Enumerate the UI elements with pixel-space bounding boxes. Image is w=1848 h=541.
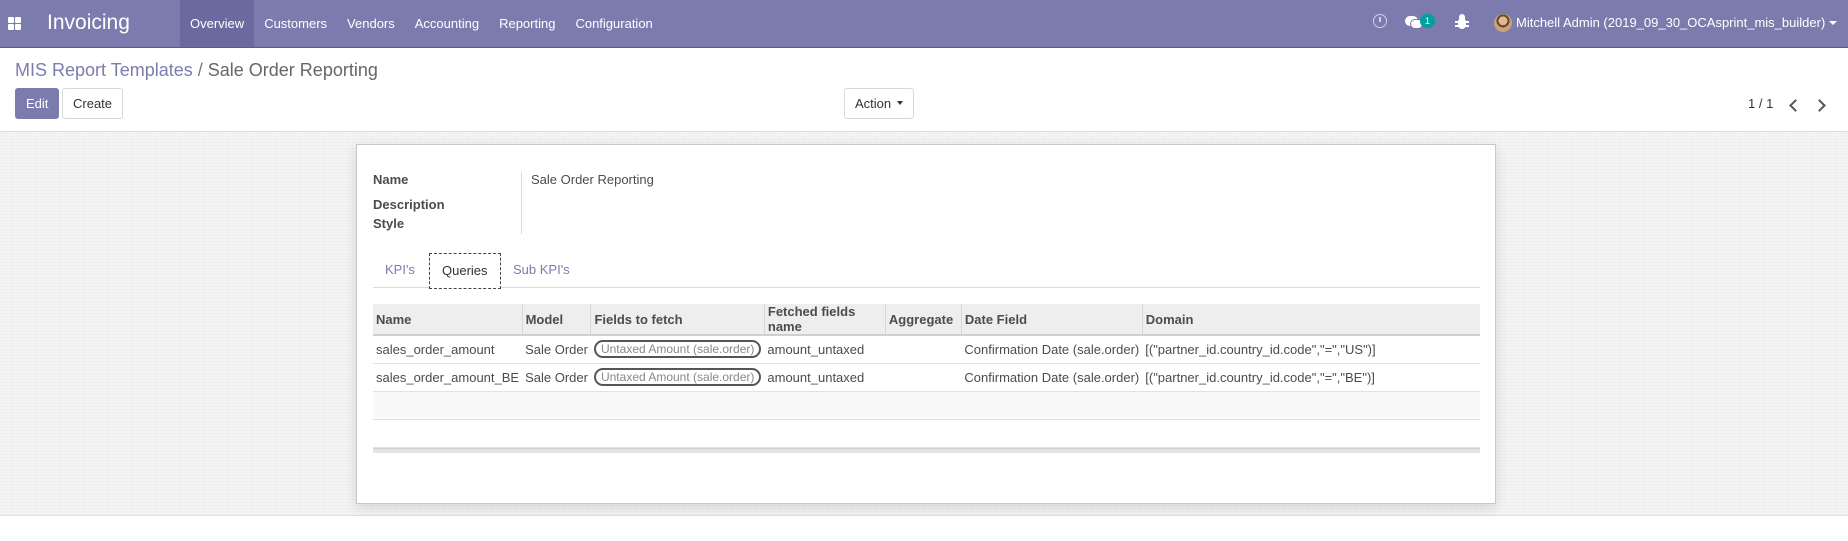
column-header-domain[interactable]: Domain	[1141, 304, 1480, 336]
table-row[interactable]: sales_order_amount_BE Sale Order Untaxed…	[373, 363, 1480, 392]
menu-customers[interactable]: Customers	[254, 0, 337, 47]
cell-name: sales_order_amount	[373, 335, 523, 364]
cell-model: Sale Order	[522, 363, 591, 392]
cell-fields-to-fetch: Untaxed Amount (sale.order)	[590, 335, 765, 364]
menu-vendors[interactable]: Vendors	[337, 0, 405, 47]
field-separator	[521, 172, 522, 234]
table-footer	[373, 448, 1480, 453]
description-label: Description	[373, 197, 445, 212]
cell-aggregate	[885, 363, 962, 392]
create-button[interactable]: Create	[62, 88, 124, 119]
breadcrumb-current: Sale Order Reporting	[207, 60, 378, 80]
column-header-date-field[interactable]: Date Field	[960, 304, 1143, 336]
user-menu-name[interactable]: Mitchell Admin (2019_09_30_OCAsprint_mis…	[1516, 15, 1825, 30]
field-tag: Untaxed Amount (sale.order)	[593, 368, 762, 386]
breadcrumb-parent-link[interactable]: MIS Report Templates	[15, 60, 193, 80]
column-header-fields-to-fetch[interactable]: Fields to fetch	[590, 304, 765, 336]
notebook-tabs: KPI's Queries Sub KPI's	[373, 253, 1480, 289]
column-header-name[interactable]: Name	[373, 304, 523, 336]
menu-reporting[interactable]: Reporting	[489, 0, 565, 47]
debug-bug-icon[interactable]	[1455, 14, 1469, 30]
name-value: Sale Order Reporting	[531, 172, 654, 187]
tab-kpis[interactable]: KPI's	[385, 253, 415, 289]
table-header-row: Name Model Fields to fetch Fetched field…	[373, 304, 1480, 336]
pager-value[interactable]: 1 / 1	[1748, 96, 1773, 111]
menu-accounting[interactable]: Accounting	[405, 0, 489, 47]
field-tag: Untaxed Amount (sale.order)	[593, 340, 762, 359]
app-title: Invoicing	[47, 11, 130, 34]
queries-table: Name Model Fields to fetch Fetched field…	[373, 304, 1480, 448]
style-label: Style	[373, 216, 405, 231]
column-header-model[interactable]: Model	[521, 304, 591, 336]
activity-clock-icon[interactable]	[1373, 14, 1387, 28]
cell-fetched-fields-name: amount_untaxed	[764, 363, 886, 392]
empty-row	[373, 391, 1480, 420]
name-label: Name	[373, 172, 409, 187]
top-navbar: Invoicing Overview Customers Vendors Acc…	[0, 0, 1848, 48]
menu-overview[interactable]: Overview	[180, 0, 255, 47]
cell-fetched-fields-name: amount_untaxed	[764, 335, 886, 364]
cell-aggregate	[885, 335, 962, 364]
cell-fields-to-fetch: Untaxed Amount (sale.order)	[590, 363, 765, 392]
edit-button[interactable]: Edit	[15, 88, 60, 119]
action-dropdown-button[interactable]: Action	[844, 88, 915, 119]
pager-next-icon[interactable]	[1814, 98, 1828, 112]
breadcrumb: MIS Report Templates / Sale Order Reportin…	[15, 60, 378, 81]
cell-name: sales_order_amount_BE	[373, 363, 523, 392]
action-label: Action	[855, 96, 892, 111]
message-count-badge: 1	[1420, 14, 1435, 28]
cell-date-field: Confirmation Date (sale.order)	[961, 363, 1143, 392]
table-row[interactable]: sales_order_amount Sale Order Untaxed Am…	[373, 335, 1480, 364]
cell-model: Sale Order	[522, 335, 591, 364]
breadcrumb-separator: /	[197, 60, 203, 80]
empty-row	[373, 419, 1480, 448]
main-menu: Overview Customers Vendors Accounting Re…	[180, 0, 663, 47]
action-caret-icon	[897, 100, 904, 105]
cell-domain: [("partner_id.country_id.code","=","US")…	[1142, 335, 1480, 364]
user-menu-caret-icon[interactable]	[1829, 21, 1837, 25]
form-sheet: Name Description Style Sale Order Report…	[356, 144, 1496, 504]
tab-queries[interactable]: Queries	[429, 253, 501, 289]
user-avatar[interactable]	[1494, 14, 1512, 32]
menu-configuration[interactable]: Configuration	[565, 0, 662, 47]
tab-sub-kpis[interactable]: Sub KPI's	[513, 253, 570, 289]
apps-menu-icon[interactable]	[6, 14, 26, 34]
cell-date-field: Confirmation Date (sale.order)	[961, 335, 1143, 364]
cell-domain: [("partner_id.country_id.code","=","BE")…	[1142, 363, 1480, 392]
column-header-fetched-fields-name[interactable]: Fetched fields name	[763, 304, 886, 336]
pager-previous-icon[interactable]	[1786, 98, 1800, 112]
column-header-aggregate[interactable]: Aggregate	[884, 304, 962, 336]
